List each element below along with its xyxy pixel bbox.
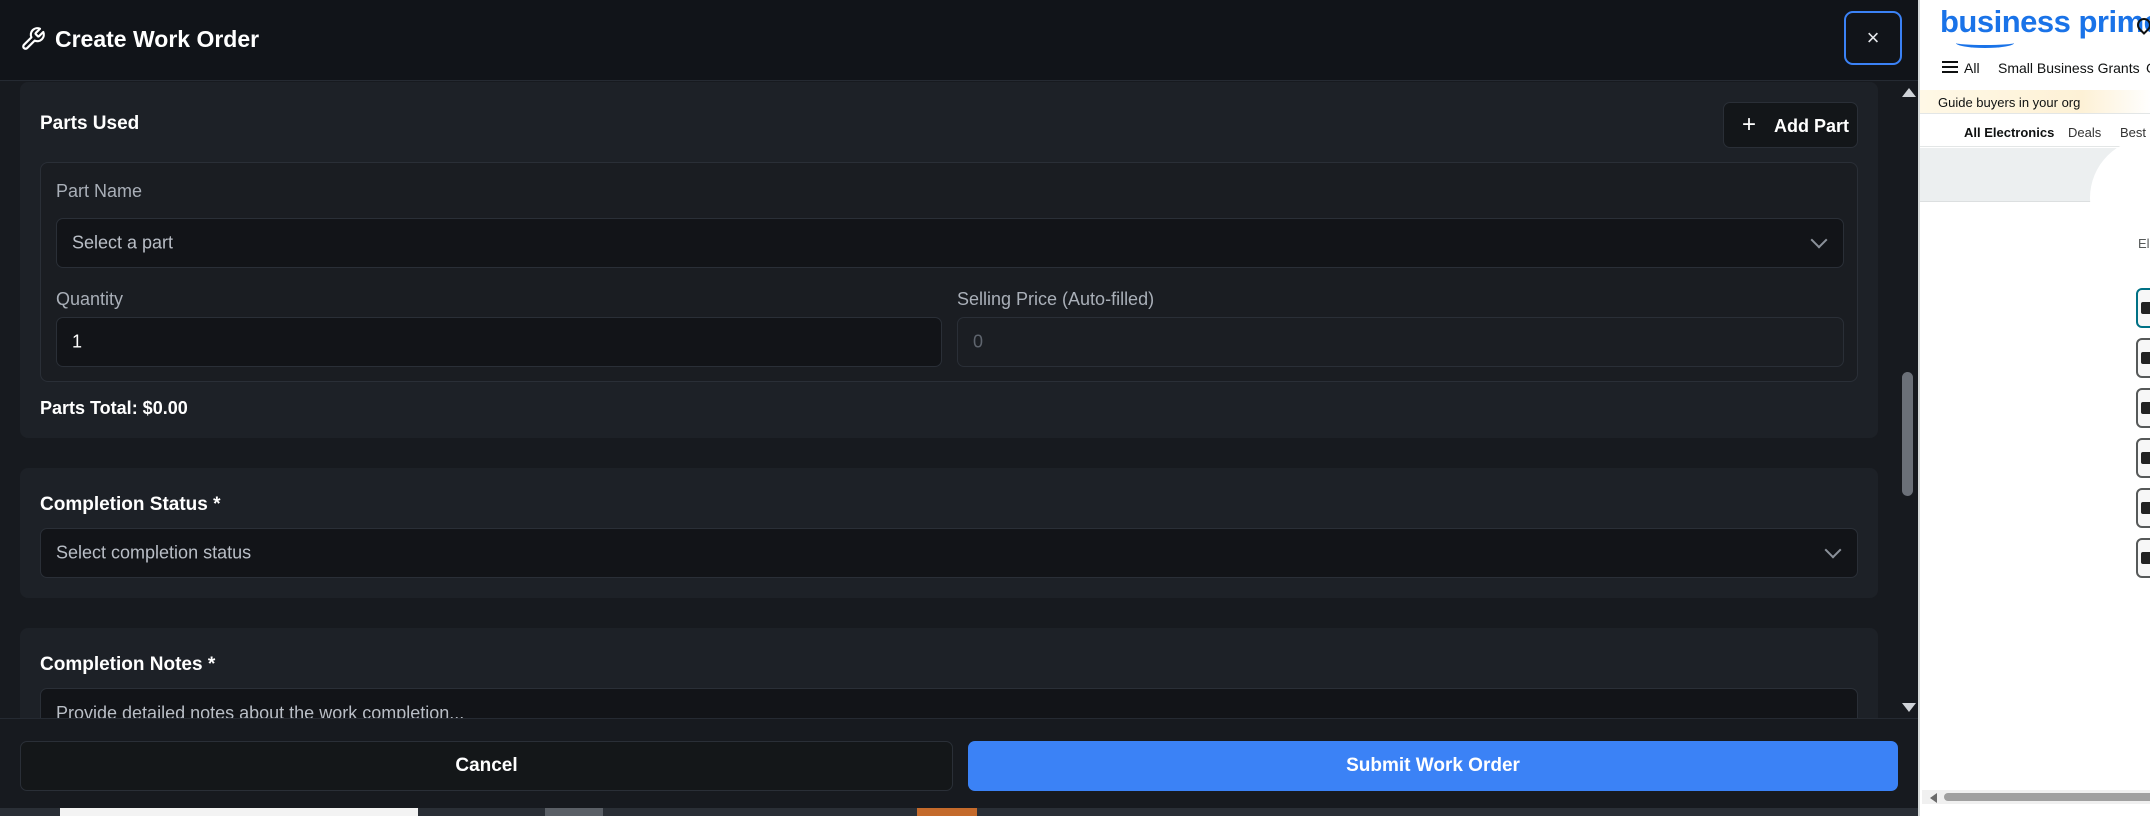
part-name-label: Part Name xyxy=(56,181,143,201)
horizontal-scrollbar[interactable] xyxy=(1922,790,2150,804)
product-thumbnail[interactable] xyxy=(2136,438,2150,478)
taskbar-strip xyxy=(0,808,1918,816)
horizontal-scroll-thumb[interactable] xyxy=(1944,793,2150,801)
product-thumbnail[interactable] xyxy=(2136,288,2150,328)
add-part-button[interactable]: + Add Part xyxy=(1723,102,1858,148)
sub-nav-deals[interactable]: Deals xyxy=(2068,125,2101,140)
product-thumbnail[interactable] xyxy=(2136,538,2150,578)
nav-small-business-grants[interactable]: Small Business Grants xyxy=(1998,60,2140,76)
modal-header: Create Work Order × xyxy=(0,0,1918,81)
selling-price-input: 0 xyxy=(957,317,1844,367)
close-button[interactable]: × xyxy=(1844,11,1902,65)
parts-used-title: Parts Used xyxy=(40,113,140,134)
taskbar-item[interactable] xyxy=(60,808,418,816)
cancel-button[interactable]: Cancel xyxy=(20,741,953,791)
completion-notes-section: Completion Notes * Provide detailed note… xyxy=(20,628,1878,718)
part-name-select[interactable]: Select a part xyxy=(56,218,1844,268)
completion-status-section: Completion Status * Select completion st… xyxy=(20,468,1878,598)
parts-total: Parts Total: $0.00 xyxy=(40,398,188,418)
taskbar-item[interactable] xyxy=(545,808,603,816)
category-fragment: Ele xyxy=(2138,236,2150,251)
sub-nav-all-electronics[interactable]: All Electronics xyxy=(1964,125,2054,140)
quantity-input[interactable]: 1 xyxy=(56,317,942,367)
parts-used-section: Parts Used + Add Part Part Name Select a… xyxy=(20,82,1878,438)
add-part-label: Add Part xyxy=(1774,116,1850,136)
submit-work-order-button[interactable]: Submit Work Order xyxy=(968,741,1898,791)
hamburger-menu-icon[interactable] xyxy=(1942,61,1958,73)
completion-status-label: Completion Status * xyxy=(40,494,221,515)
product-thumbnail[interactable] xyxy=(2136,338,2150,378)
product-thumbnail[interactable] xyxy=(2136,488,2150,528)
completion-notes-label: Completion Notes * xyxy=(40,654,216,675)
taskbar-item[interactable] xyxy=(917,808,977,816)
amazon-smile-logo xyxy=(1956,38,2014,48)
modal-footer: Cancel Submit Work Order xyxy=(0,718,1918,808)
quantity-label: Quantity xyxy=(56,289,124,309)
completion-notes-textarea[interactable]: Provide detailed notes about the work co… xyxy=(40,688,1858,718)
close-icon: × xyxy=(1866,25,1880,50)
part-name-placeholder: Select a part xyxy=(72,232,174,253)
modal-title: Create Work Order xyxy=(55,26,260,52)
guide-buyers-link[interactable]: Guide buyers in your org xyxy=(1938,95,2080,110)
scroll-up-icon[interactable] xyxy=(1902,88,1916,97)
scroll-thumb[interactable] xyxy=(1902,372,1913,496)
chevron-down-icon xyxy=(1824,541,1842,559)
nav-more[interactable]: G xyxy=(2146,60,2150,76)
scroll-left-icon[interactable] xyxy=(1930,793,1937,803)
plus-icon: + xyxy=(1742,111,1757,138)
nav-all[interactable]: All xyxy=(1964,60,1980,76)
selling-price-label: Selling Price (Auto-filled) xyxy=(957,289,1155,309)
completion-notes-placeholder: Provide detailed notes about the work co… xyxy=(56,703,465,718)
quantity-value: 1 xyxy=(72,331,83,352)
work-order-modal: Create Work Order × Parts Used + Add Par… xyxy=(0,0,1918,816)
modal-scroll-area[interactable]: Parts Used + Add Part Part Name Select a… xyxy=(0,82,1918,718)
scroll-down-icon[interactable] xyxy=(1902,703,1916,712)
completion-status-select[interactable]: Select completion status xyxy=(40,528,1858,578)
vertical-scrollbar[interactable] xyxy=(1898,82,1918,718)
completion-status-placeholder: Select completion status xyxy=(56,542,252,563)
wrench-icon xyxy=(20,26,46,52)
product-thumbnail[interactable] xyxy=(2136,388,2150,428)
business-prime-logo[interactable]: business prime xyxy=(1940,4,2150,40)
amazon-business-pane: business prime All Small Business Grants… xyxy=(1918,0,2150,816)
chevron-down-icon xyxy=(1810,231,1828,249)
selling-price-value: 0 xyxy=(973,331,984,352)
part-item-card: Part Name Select a part Quantity 1 Selli… xyxy=(40,162,1858,382)
